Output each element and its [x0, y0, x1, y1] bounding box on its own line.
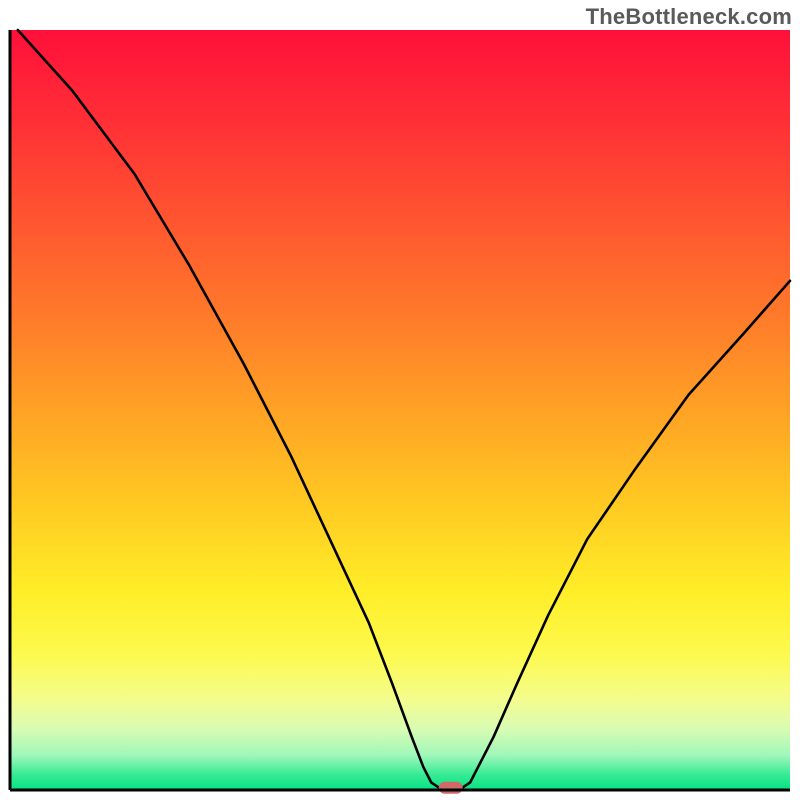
plot-background: [10, 30, 790, 790]
optimal-marker: [439, 782, 463, 794]
chart-container: TheBottleneck.com: [0, 0, 800, 800]
chart-svg: [0, 0, 800, 800]
attribution-text: TheBottleneck.com: [586, 4, 792, 30]
